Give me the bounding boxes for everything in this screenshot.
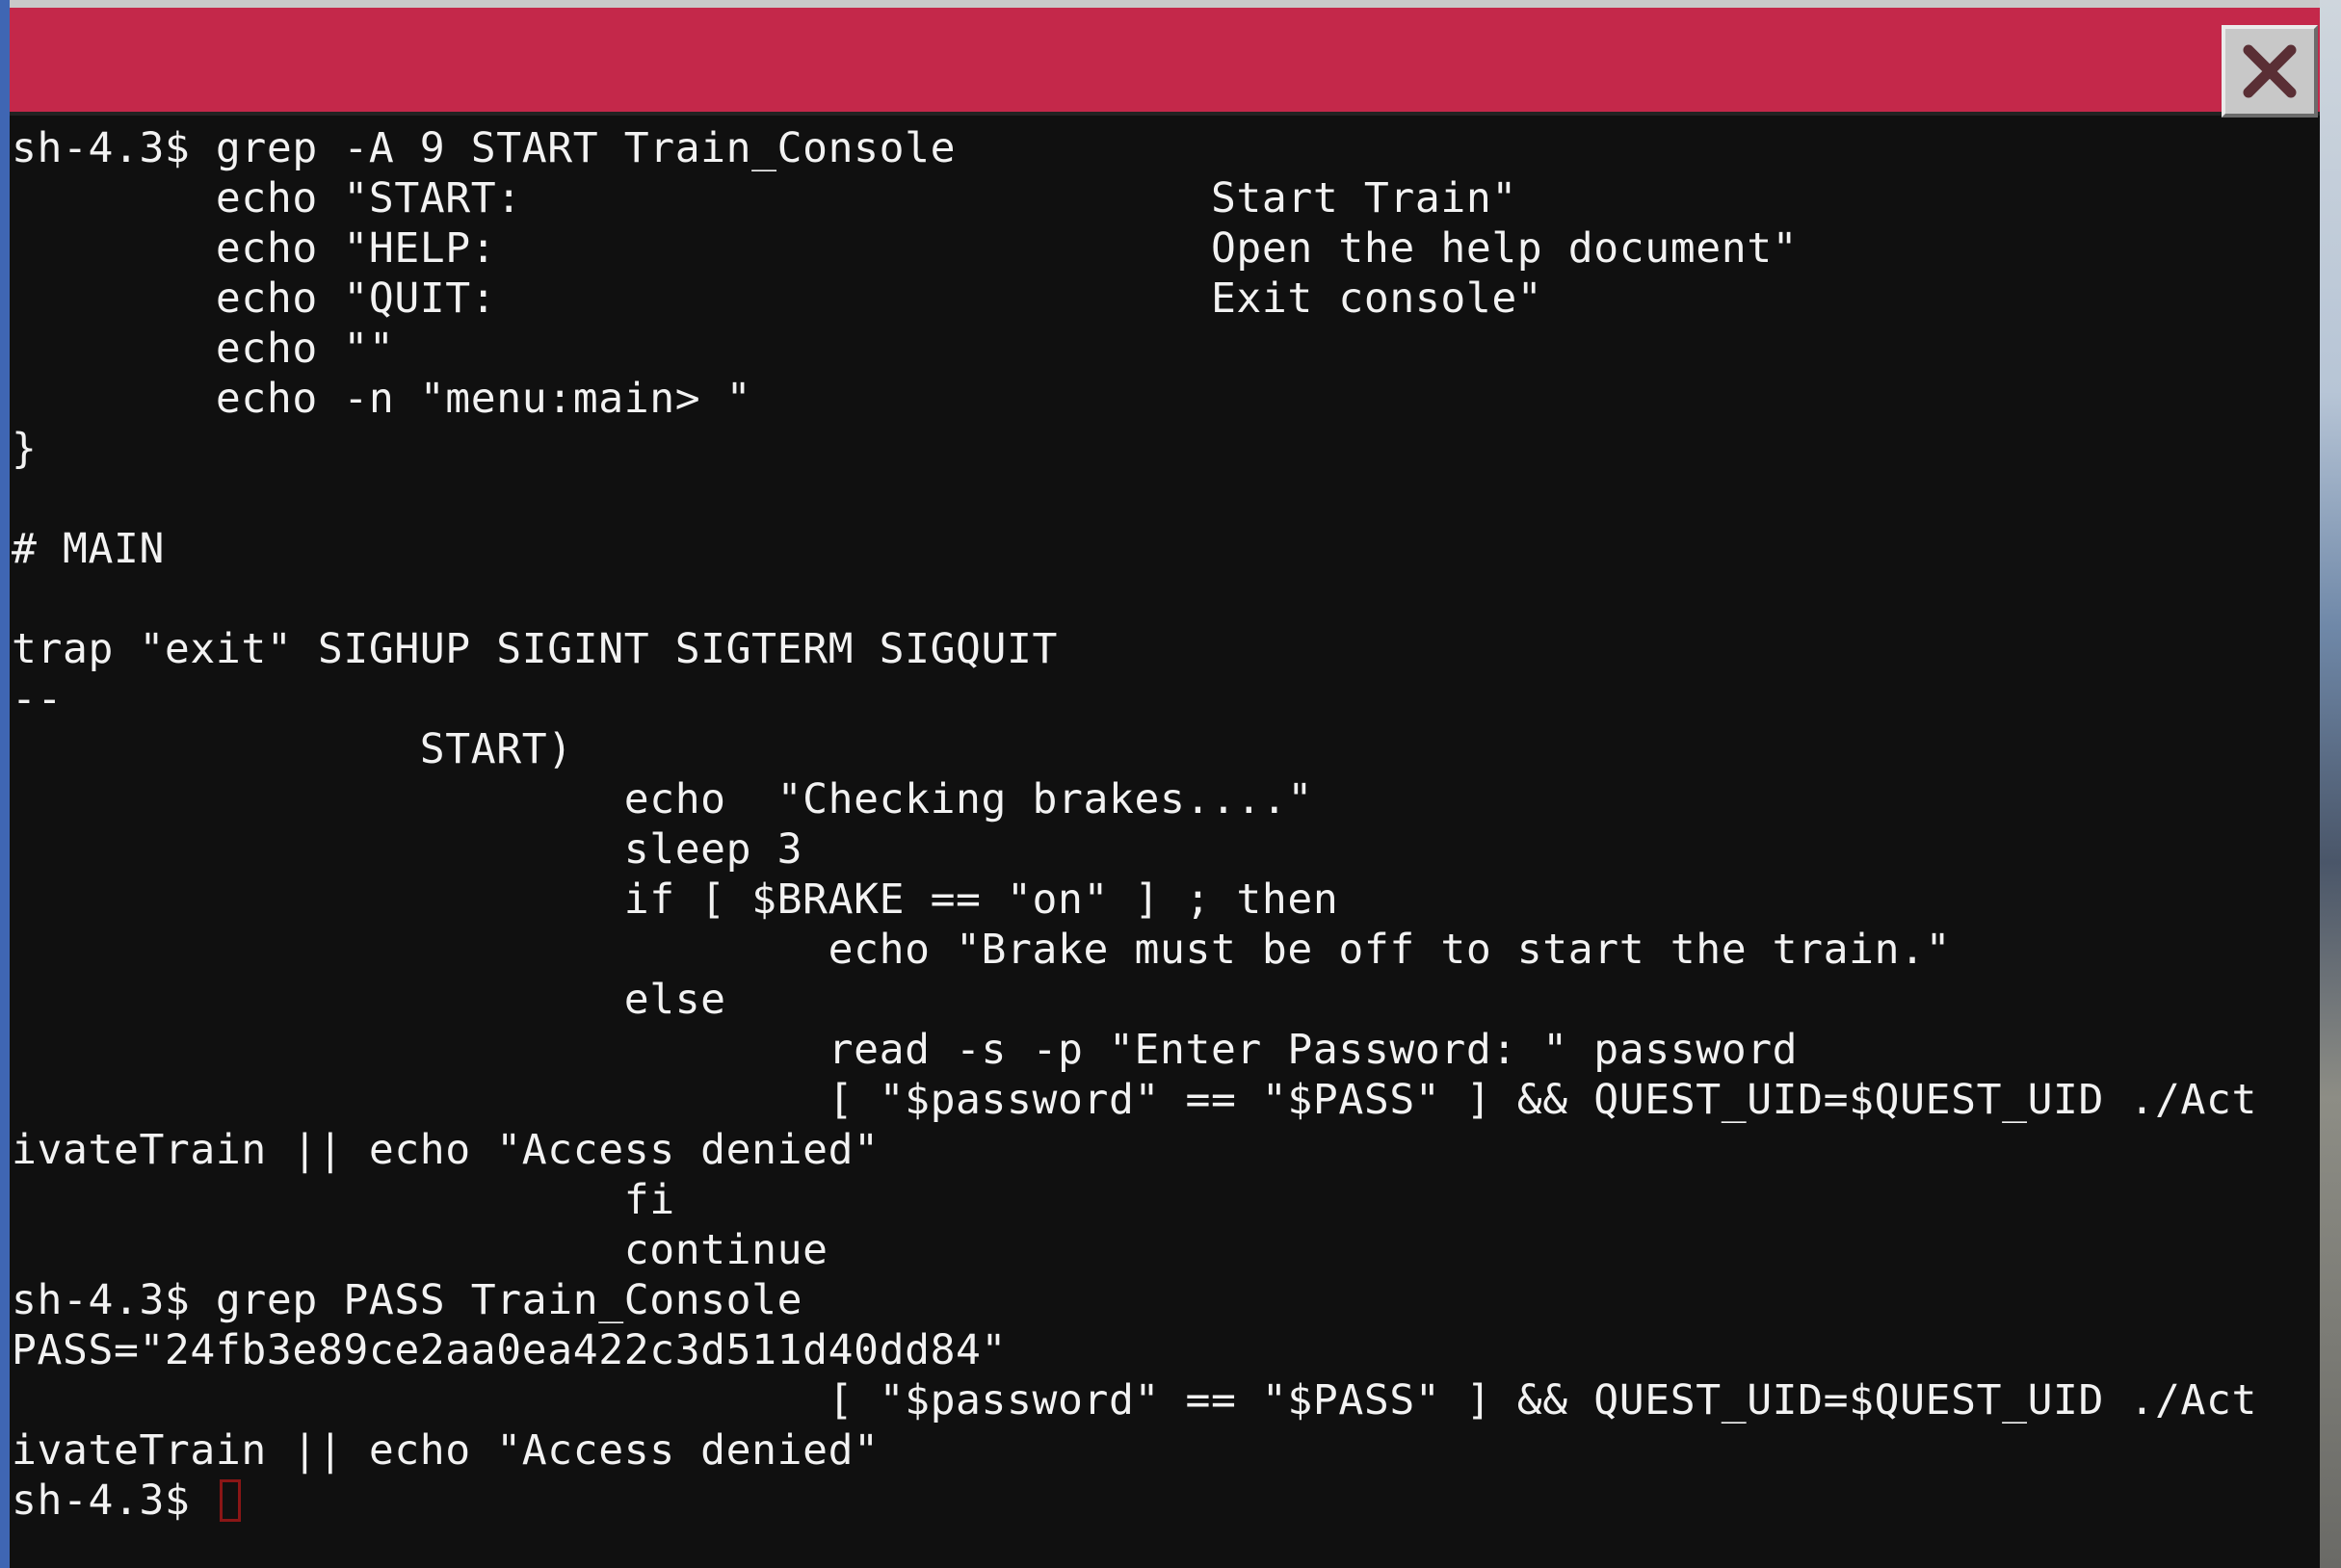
terminal-line: ivateTrain || echo "Access denied" xyxy=(12,1126,880,1174)
terminal-window: sh-4.3$ grep -A 9 START Train_Console ec… xyxy=(0,0,2324,1568)
terminal-output[interactable]: sh-4.3$ grep -A 9 START Train_Console ec… xyxy=(12,123,2320,1564)
terminal-line: echo "Brake must be off to start the tra… xyxy=(12,926,1952,974)
terminal-line: } xyxy=(12,425,38,473)
terminal-line: [ "$password" == "$PASS" ] && QUEST_UID=… xyxy=(12,1076,2257,1124)
terminal-line: [ "$password" == "$PASS" ] && QUEST_UID=… xyxy=(12,1376,2257,1424)
titlebar-top-edge xyxy=(10,0,2324,8)
terminal-line: read -s -p "Enter Password: " password xyxy=(12,1026,1799,1074)
terminal-line: sleep 3 xyxy=(12,825,803,874)
terminal-line: START) xyxy=(12,725,573,773)
terminal-line: echo "" xyxy=(12,325,395,373)
terminal-line: continue xyxy=(12,1226,829,1274)
close-icon xyxy=(2243,44,2297,98)
terminal-line: fi xyxy=(12,1176,675,1224)
terminal-line: echo "HELP: Open the help document" xyxy=(12,224,1799,273)
terminal-line: -- xyxy=(12,675,63,723)
terminal-line: else xyxy=(12,976,726,1024)
terminal-prompt-line[interactable]: sh-4.3$ xyxy=(12,1476,2320,1526)
terminal-line: sh-4.3$ grep -A 9 START Train_Console xyxy=(12,124,957,172)
terminal-line: echo -n "menu:main> " xyxy=(12,375,752,423)
terminal-line: echo "Checking brakes...." xyxy=(12,775,1313,823)
terminal-line: # MAIN xyxy=(12,525,165,573)
terminal-line: echo "QUIT: Exit console" xyxy=(12,274,1543,323)
text-cursor xyxy=(219,1479,241,1522)
terminal-line: ivateTrain || echo "Access denied" xyxy=(12,1426,880,1475)
desktop-background-edge xyxy=(2320,0,2341,1568)
terminal-line: PASS="24fb3e89ce2aa0ea422c3d511d40dd84" xyxy=(12,1326,1008,1374)
titlebar[interactable] xyxy=(10,8,2324,118)
close-button[interactable] xyxy=(2222,25,2318,118)
terminal-line: trap "exit" SIGHUP SIGINT SIGTERM SIGQUI… xyxy=(12,625,1059,673)
terminal-line: echo "START: Start Train" xyxy=(12,174,1517,222)
shell-prompt: sh-4.3$ xyxy=(12,1477,216,1525)
terminal-line: if [ $BRAKE == "on" ] ; then xyxy=(12,875,1339,924)
terminal-line: sh-4.3$ grep PASS Train_Console xyxy=(12,1276,803,1324)
